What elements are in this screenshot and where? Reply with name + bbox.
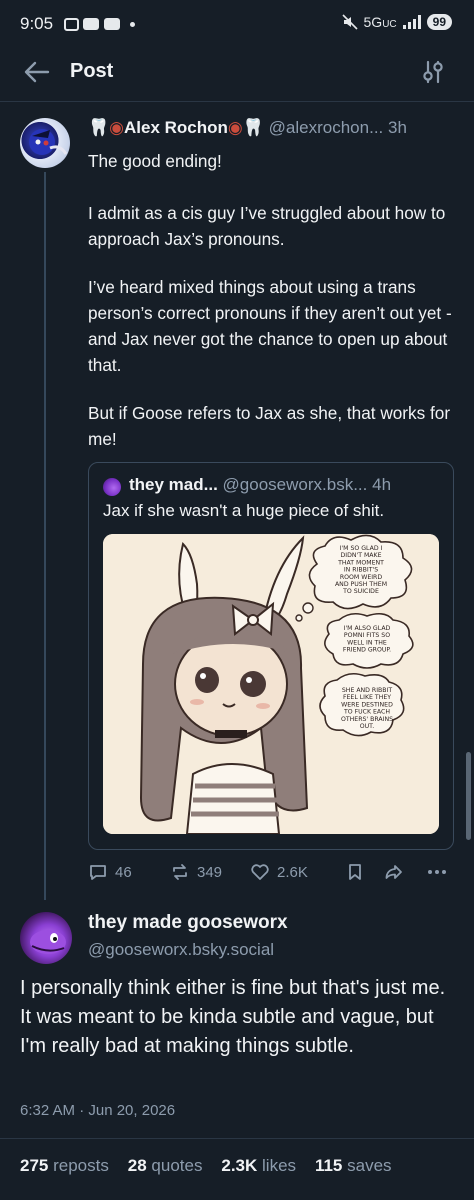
like-button[interactable]: 2.6K [250,862,308,882]
page-title: Post [70,60,114,82]
bookmark-icon [349,864,361,880]
bubble-line: POMNI FITS SO [344,632,390,639]
post-actions: 46 349 2.6K [88,862,460,886]
reply-count: 46 [115,863,132,881]
bubble-line: THAT MOMENT [337,559,384,566]
quote-avatar [103,478,121,496]
back-button[interactable] [22,58,52,86]
avatar[interactable] [20,118,70,168]
notification-dot-icon [130,22,135,27]
bubble-line: WERE DESTINED [341,701,393,708]
tooth-emoji-icon: 🦷 [242,118,264,137]
repost-count: 349 [197,863,223,881]
bubble-line: IN RIBBIT'S [344,567,378,574]
bubble-line: I'M ALSO GLAD [344,625,391,632]
reply-author-name[interactable]: they made gooseworx [88,912,288,934]
mute-icon [341,14,358,30]
bubble-line: SHE AND RIBBIT [342,687,392,694]
bubble-line: ROOM WEIRD [340,574,382,581]
back-arrow-icon [24,61,50,83]
saves-stat[interactable]: 115 saves [315,1156,392,1175]
youtube-icon [83,18,99,30]
post-paragraph: The good ending! [88,151,222,171]
quote-author-line: they mad... @gooseworx.bsk... 4h [129,475,391,495]
like-count: 2.6K [277,863,308,881]
share-button[interactable] [384,862,404,882]
post-author-line[interactable]: 🦷◉Alex Rochon◉🦷 @alexrochon... 3h [88,118,460,138]
quote-image[interactable]: I'M SO GLAD I DIDN'T MAKE THAT MOMENT IN RI… [103,534,439,834]
signal-icon [402,15,421,29]
reply-avatar[interactable] [20,912,72,964]
quotes-stat[interactable]: 28 quotes [128,1156,203,1175]
bubble-line: AND PUSH THEM [335,581,387,588]
quote-time: 4h [372,475,392,494]
eye-emoji-icon: ◉ [109,118,125,137]
repost-icon [173,864,187,880]
post-author-name[interactable]: Alex Rochon [124,118,228,137]
reposts-stat[interactable]: 275 reposts [20,1156,109,1175]
heart-icon [251,864,269,880]
bubble-line: WELL IN THE [347,639,387,646]
reply-timestamp: 6:32 AM · Jun 20, 2026 [20,1102,176,1119]
bookmark-button[interactable] [346,862,364,882]
engagement-stats: 275 reposts 28 quotes 2.3K likes 115 sav… [20,1156,392,1176]
bubble-line: DIDN'T MAKE [341,552,382,559]
bubble-line: OTHERS' BRAINS [341,716,393,723]
header-divider [0,101,474,102]
tooth-emoji-icon: 🦷 [88,118,110,137]
reply-author-handle[interactable]: @gooseworx.bsky.social [88,940,274,960]
bubble-line: I'M SO GLAD I [340,545,383,552]
battery-indicator: 99 [426,14,452,30]
bubble-line: TO SUICIDE [342,588,379,595]
thread-line [44,172,46,900]
bubble-line: TO FUCK EACH [343,709,390,716]
eye-emoji-icon: ◉ [227,118,243,137]
network-suffix: UC [382,19,397,30]
status-right: 5GUC 99 [341,14,452,30]
bubble-line: OUT. [360,723,374,730]
more-options-button[interactable] [426,862,448,882]
reply-button[interactable]: 46 [88,862,132,882]
sliders-icon [423,60,443,84]
thread-settings-button[interactable] [420,58,446,86]
stats-divider [0,1138,474,1139]
quote-author-handle: @gooseworx.bsk... [222,475,368,494]
post-paragraph: I admit as a cis guy I’ve struggled abou… [88,203,446,249]
quote-author-name: they mad... [129,475,218,494]
screenshot-icon [64,18,79,31]
likes-stat[interactable]: 2.3K likes [221,1156,296,1175]
comic-illustration: I'M SO GLAD I DIDN'T MAKE THAT MOMENT IN RI… [103,534,439,834]
post-paragraph: But if Goose refers to Jax as she, that … [88,403,451,449]
bubble-text-2: I'M ALSO GLAD POMNI FITS SO WELL IN THE FRI… [343,625,391,654]
bubble-line: FEEL LIKE THEY [343,694,391,701]
status-time: 9:05 [20,14,54,33]
network-type: 5G [363,14,383,30]
comment-icon [90,865,106,880]
ellipsis-icon [428,870,446,874]
post-time: 3h [388,118,407,137]
bubble-line: FRIEND GROUP. [343,647,391,654]
share-arrow-icon [385,865,402,879]
avatar-artwork [30,930,66,954]
scrollbar[interactable] [466,752,471,840]
post-text: The good ending! I admit as a cis guy I’… [88,148,460,474]
quote-text: Jax if she wasn't a huge piece of shit. [103,501,385,520]
repost-button[interactable]: 349 [170,862,222,882]
quoted-post[interactable]: they mad... @gooseworx.bsk... 4h Jax if … [88,462,454,850]
status-bar: 9:05 5GUC 99 [0,0,474,48]
post-paragraph: I’ve heard mixed things about using a tr… [88,277,452,375]
youtube-icon [104,18,120,30]
reply-text: I personally think either is fine but th… [20,977,446,1057]
avatar-artwork [29,129,68,155]
post-author-handle[interactable]: @alexrochon... [269,118,384,137]
